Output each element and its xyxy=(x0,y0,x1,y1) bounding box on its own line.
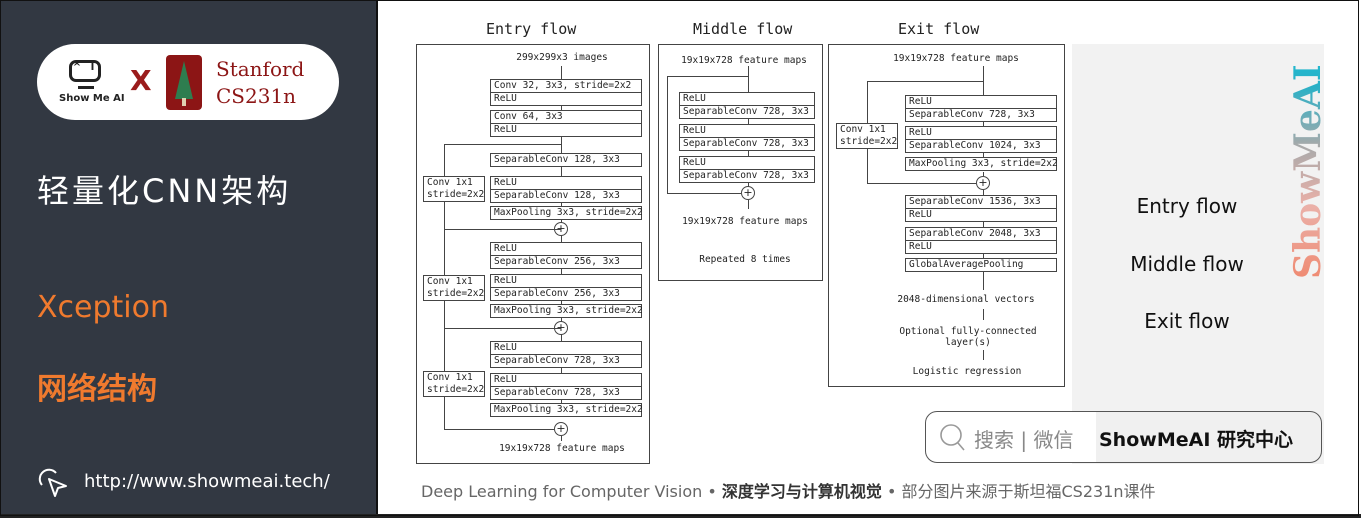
frame-border xyxy=(0,0,1359,516)
